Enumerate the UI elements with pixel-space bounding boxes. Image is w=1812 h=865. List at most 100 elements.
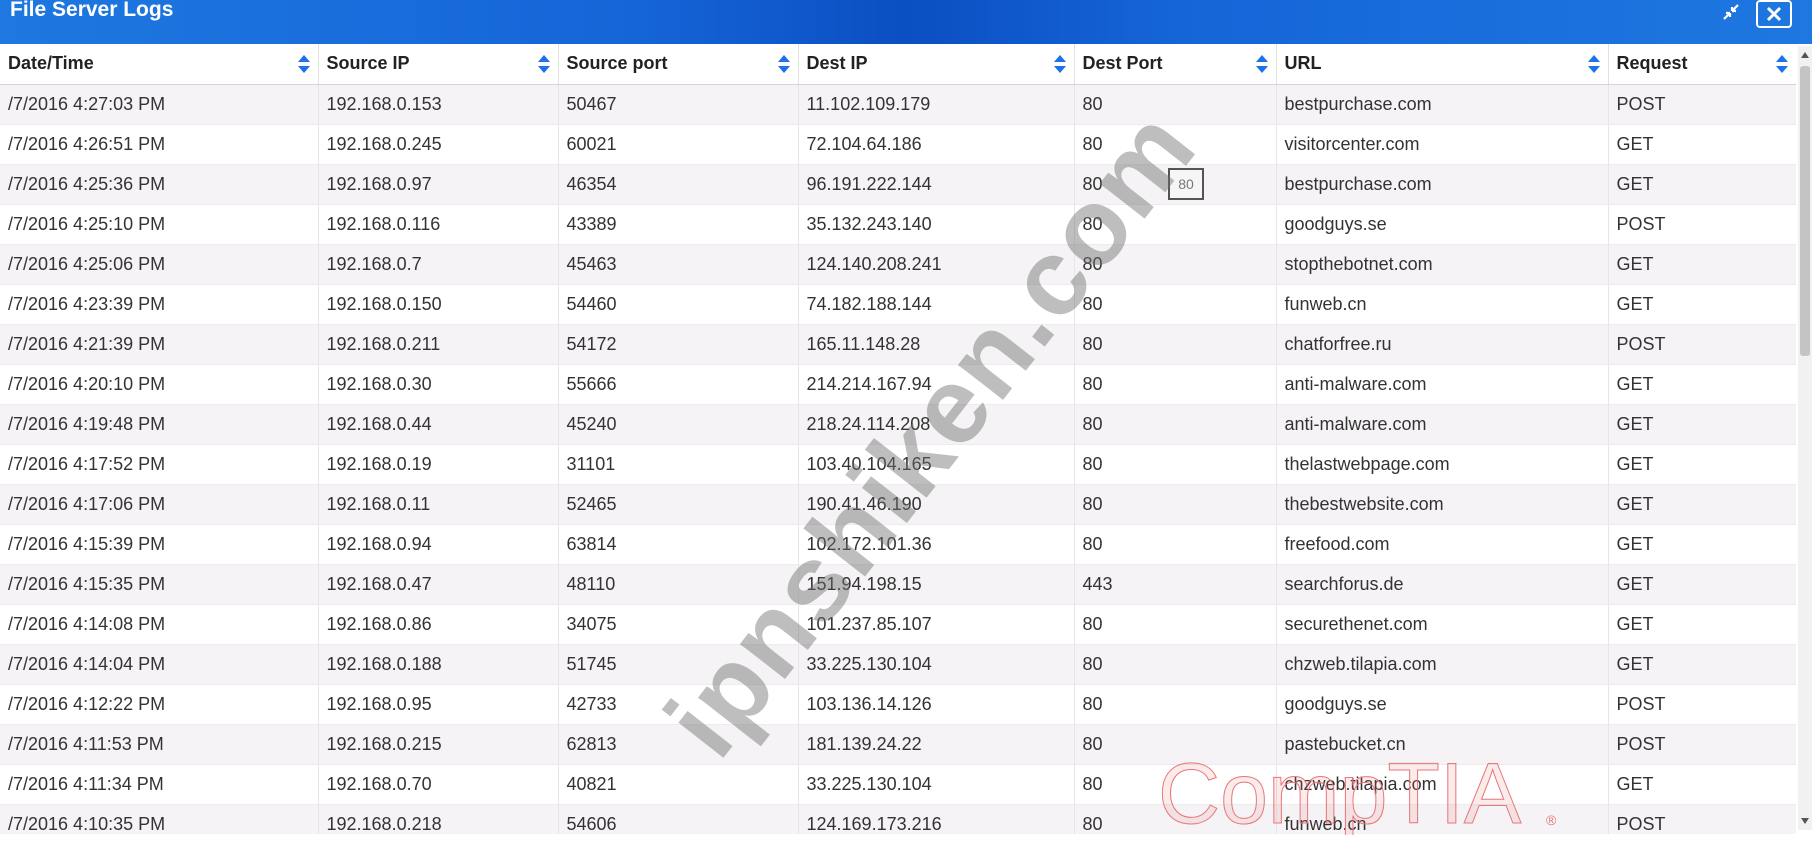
sort-arrows-icon[interactable] <box>296 54 312 74</box>
table-row[interactable]: /7/2016 4:12:22 PM 192.168.0.95 42733 103.1… <box>0 684 1796 725</box>
cell-date-time: /7/2016 4:25:36 PM <box>0 164 319 205</box>
cell-date-time: /7/2016 4:15:39 PM <box>0 524 319 565</box>
cell-dest-port: 80 <box>1074 684 1277 725</box>
table-row[interactable]: /7/2016 4:19:48 PM 192.168.0.44 45240 218.2… <box>0 404 1796 445</box>
sort-arrows-icon[interactable] <box>1774 54 1790 74</box>
arrow-up-icon <box>1801 52 1809 58</box>
table-row[interactable]: /7/2016 4:14:04 PM 192.168.0.188 51745 33.2… <box>0 644 1796 685</box>
cell-source-port: 63814 <box>558 524 799 565</box>
cell-source-ip: 192.168.0.116 <box>318 204 559 245</box>
table-row[interactable]: /7/2016 4:26:51 PM 192.168.0.245 60021 72.1… <box>0 124 1796 165</box>
table-row[interactable]: /7/2016 4:11:53 PM 192.168.0.215 62813 181.… <box>0 724 1796 765</box>
sort-arrows-icon[interactable] <box>536 54 552 74</box>
cell-request: POST <box>1608 804 1796 834</box>
cell-request: GET <box>1608 164 1796 205</box>
scroll-thumb[interactable] <box>1800 66 1810 356</box>
table-row[interactable]: /7/2016 4:20:10 PM 192.168.0.30 55666 214.2… <box>0 364 1796 405</box>
cell-source-port: 62813 <box>558 724 799 765</box>
cell-source-port: 51745 <box>558 644 799 685</box>
column-header-dest-port[interactable]: Dest Port <box>1074 44 1277 85</box>
cell-source-port: 54172 <box>558 324 799 365</box>
scroll-up-button[interactable] <box>1798 48 1812 62</box>
column-header-dest-ip[interactable]: Dest IP <box>798 44 1075 85</box>
cell-source-port: 54460 <box>558 284 799 325</box>
cell-url: chzweb.tilapia.com <box>1276 644 1609 685</box>
column-header-date-time[interactable]: Date/Time <box>0 44 319 85</box>
sort-arrows-icon[interactable] <box>776 54 792 74</box>
table-row[interactable]: /7/2016 4:15:39 PM 192.168.0.94 63814 102.1… <box>0 524 1796 565</box>
cell-url: freefood.com <box>1276 524 1609 565</box>
column-header-label: Request <box>1616 53 1688 74</box>
cell-dest-port: 80 <box>1074 604 1277 645</box>
cell-date-time: /7/2016 4:17:52 PM <box>0 444 319 485</box>
cell-dest-port: 80 <box>1074 724 1277 765</box>
table-row[interactable]: /7/2016 4:25:06 PM 192.168.0.7 45463 124.14… <box>0 244 1796 285</box>
column-header-label: Source port <box>566 53 668 74</box>
cell-date-time: /7/2016 4:21:39 PM <box>0 324 319 365</box>
table-row[interactable]: /7/2016 4:17:06 PM 192.168.0.11 52465 190.4… <box>0 484 1796 525</box>
cell-source-port: 52465 <box>558 484 799 525</box>
cell-dest-ip: 151.94.198.15 <box>798 564 1075 605</box>
cell-dest-ip: 165.11.148.28 <box>798 324 1075 365</box>
vertical-scrollbar[interactable] <box>1798 46 1812 830</box>
column-header-source-ip[interactable]: Source IP <box>318 44 559 85</box>
cell-date-time: /7/2016 4:10:35 PM <box>0 804 319 834</box>
cell-source-port: 31101 <box>558 444 799 485</box>
table-row[interactable]: /7/2016 4:10:35 PM 192.168.0.218 54606 124.… <box>0 804 1796 834</box>
sort-arrows-icon[interactable] <box>1052 54 1068 74</box>
cell-dest-port: 80 <box>1074 644 1277 685</box>
cell-date-time: /7/2016 4:17:06 PM <box>0 484 319 525</box>
cell-date-time: /7/2016 4:15:35 PM <box>0 564 319 605</box>
cell-url: chatforfree.ru <box>1276 324 1609 365</box>
cell-source-port: 45240 <box>558 404 799 445</box>
sort-arrows-icon[interactable] <box>1254 54 1270 74</box>
cell-dest-ip: 124.169.173.216 <box>798 804 1075 834</box>
cell-dest-port: 80 <box>1074 804 1277 834</box>
column-header-url[interactable]: URL <box>1276 44 1609 85</box>
cell-request: GET <box>1608 124 1796 165</box>
close-icon <box>1766 6 1782 22</box>
cell-dest-port: 80 <box>1074 84 1277 125</box>
column-header-label: Dest Port <box>1082 53 1163 74</box>
cell-dest-port: 80 <box>1074 524 1277 565</box>
cell-request: GET <box>1608 364 1796 405</box>
cell-dest-ip: 96.191.222.144 <box>798 164 1075 205</box>
table-row[interactable]: /7/2016 4:25:10 PM 192.168.0.116 43389 35.1… <box>0 204 1796 245</box>
cell-source-ip: 192.168.0.150 <box>318 284 559 325</box>
column-header-request[interactable]: Request <box>1608 44 1796 85</box>
restore-button[interactable] <box>1716 0 1746 24</box>
cell-date-time: /7/2016 4:14:08 PM <box>0 604 319 645</box>
cell-request: GET <box>1608 484 1796 525</box>
scroll-down-button[interactable] <box>1798 814 1812 828</box>
cell-url: bestpurchase.com <box>1276 164 1609 205</box>
cell-source-port: 50467 <box>558 84 799 125</box>
cell-request: GET <box>1608 284 1796 325</box>
cell-url: pastebucket.cn <box>1276 724 1609 765</box>
cell-source-port: 45463 <box>558 244 799 285</box>
cell-url: anti-malware.com <box>1276 404 1609 445</box>
cell-source-ip: 192.168.0.95 <box>318 684 559 725</box>
cell-source-ip: 192.168.0.211 <box>318 324 559 365</box>
close-button[interactable] <box>1756 0 1792 28</box>
column-header-source-port[interactable]: Source port <box>558 44 799 85</box>
table-row[interactable]: /7/2016 4:21:39 PM 192.168.0.211 54172 165.… <box>0 324 1796 365</box>
cell-url: stopthebotnet.com <box>1276 244 1609 285</box>
table-row[interactable]: /7/2016 4:23:39 PM 192.168.0.150 54460 74.1… <box>0 284 1796 325</box>
sort-arrows-icon[interactable] <box>1586 54 1602 74</box>
table-row[interactable]: /7/2016 4:15:35 PM 192.168.0.47 48110 151.9… <box>0 564 1796 605</box>
cell-source-ip: 192.168.0.70 <box>318 764 559 805</box>
cell-dest-port: 80 <box>1074 444 1277 485</box>
cell-date-time: /7/2016 4:19:48 PM <box>0 404 319 445</box>
cell-date-time: /7/2016 4:11:34 PM <box>0 764 319 805</box>
cell-source-ip: 192.168.0.218 <box>318 804 559 834</box>
table-row[interactable]: /7/2016 4:11:34 PM 192.168.0.70 40821 33.22… <box>0 764 1796 805</box>
table-row[interactable]: /7/2016 4:14:08 PM 192.168.0.86 34075 101.2… <box>0 604 1796 645</box>
cell-url: visitorcenter.com <box>1276 124 1609 165</box>
cell-request: GET <box>1608 764 1796 805</box>
arrow-down-icon <box>1801 818 1809 824</box>
cell-dest-ip: 33.225.130.104 <box>798 764 1075 805</box>
table-row[interactable]: /7/2016 4:27:03 PM 192.168.0.153 50467 11.1… <box>0 84 1796 125</box>
table-row[interactable]: /7/2016 4:25:36 PM 192.168.0.97 46354 96.19… <box>0 164 1796 205</box>
cell-request: GET <box>1608 604 1796 645</box>
table-row[interactable]: /7/2016 4:17:52 PM 192.168.0.19 31101 103.4… <box>0 444 1796 485</box>
